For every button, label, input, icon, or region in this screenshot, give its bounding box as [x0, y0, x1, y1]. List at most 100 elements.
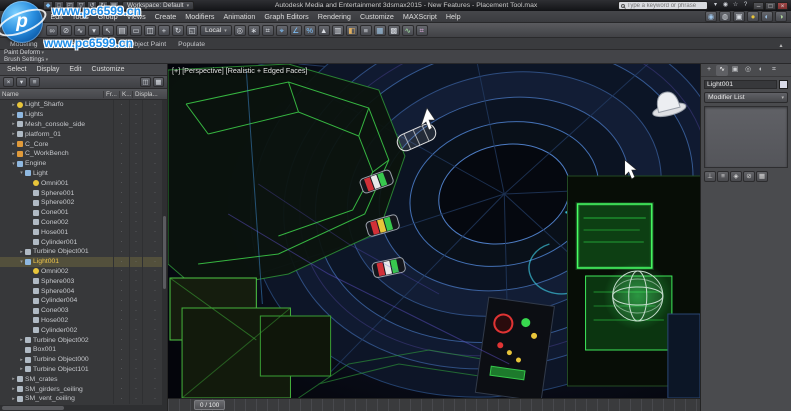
material-editor-icon[interactable]: ◉	[705, 11, 717, 22]
make-unique-icon[interactable]: ◈	[730, 171, 742, 182]
select-by-name-icon[interactable]: ▤	[116, 24, 128, 36]
close-button[interactable]: ×	[777, 1, 788, 10]
row-cell[interactable]	[113, 374, 129, 385]
scene-explorer-row[interactable]: Cylinder002	[0, 325, 167, 336]
row-cell[interactable]	[129, 129, 142, 140]
row-cell[interactable]	[129, 158, 142, 169]
time-slider-handle[interactable]: 0 / 100	[194, 400, 226, 410]
row-cell[interactable]	[129, 286, 142, 296]
row-cell[interactable]	[113, 286, 129, 296]
select-move-icon[interactable]: +	[158, 24, 170, 36]
select-manipulate-icon[interactable]: ∗	[247, 24, 260, 36]
scene-explorer-row[interactable]: ▸ Mesh_console_side	[0, 119, 167, 130]
select-link-icon[interactable]: ∞	[46, 24, 58, 36]
menu-item[interactable]: Modifiers	[181, 12, 219, 21]
row-cell[interactable]	[113, 276, 129, 287]
modifier-stack[interactable]	[704, 106, 788, 168]
column-header[interactable]: Fr...	[103, 90, 119, 98]
row-cell[interactable]	[129, 354, 142, 365]
row-cell[interactable]	[113, 119, 129, 130]
row-cell[interactable]	[129, 374, 142, 385]
graphite-toggle-icon[interactable]: ▩	[387, 24, 400, 36]
align-icon[interactable]: ≡	[359, 24, 372, 36]
expand-arrow-icon[interactable]: ▸	[18, 357, 25, 363]
expand-arrow-icon[interactable]: ▸	[10, 151, 17, 157]
row-cell[interactable]	[129, 276, 142, 287]
row-cell[interactable]	[129, 207, 142, 218]
minimize-button[interactable]: –	[753, 1, 764, 10]
menu-item[interactable]: Create	[150, 12, 181, 21]
row-cell[interactable]	[129, 100, 142, 110]
explorer-menu-item[interactable]: Display	[31, 66, 64, 73]
scene-explorer-row[interactable]: ▸ SM_girders_ceiling	[0, 384, 167, 394]
row-cell[interactable]	[113, 305, 129, 316]
scene-explorer-row[interactable]: Hose001	[0, 227, 167, 238]
row-cell[interactable]	[129, 237, 142, 247]
scene-explorer-row[interactable]: ▸ Turbine Object001	[0, 246, 167, 257]
row-cell[interactable]	[113, 364, 129, 375]
row-cell[interactable]	[113, 256, 129, 267]
render-production-icon[interactable]: ●	[747, 11, 759, 22]
menu-item[interactable]: Rendering	[313, 12, 355, 21]
row-cell[interactable]	[129, 305, 142, 316]
scene-explorer-row[interactable]: Cylinder001	[0, 237, 167, 247]
explorer-menu-item[interactable]: Edit	[64, 66, 86, 73]
expand-arrow-icon[interactable]: ▸	[18, 249, 25, 255]
maximize-button[interactable]: □	[765, 1, 776, 10]
hierarchy-tab-icon[interactable]: ▣	[729, 65, 741, 76]
scene-explorer-row[interactable]: ▸ C_Core	[0, 139, 167, 149]
object-name-field[interactable]: Light001	[704, 80, 777, 89]
mirror-icon[interactable]: ◧	[345, 24, 358, 36]
layer-manager-icon[interactable]: ▦	[373, 24, 386, 36]
row-cell[interactable]	[113, 295, 129, 306]
menu-item[interactable]: Customize	[355, 12, 398, 21]
expand-arrow-icon[interactable]: ▾	[18, 259, 25, 265]
row-cell[interactable]	[129, 109, 142, 120]
curve-editor-icon[interactable]: ∿	[401, 24, 414, 36]
row-cell[interactable]	[113, 148, 129, 159]
pin-stack-icon[interactable]: ⊥	[704, 171, 716, 182]
motion-tab-icon[interactable]: ◎	[742, 65, 754, 76]
row-cell[interactable]	[113, 325, 129, 336]
expand-arrow-icon[interactable]: ▸	[18, 337, 25, 343]
row-cell[interactable]	[113, 178, 129, 189]
expand-arrow-icon[interactable]: ▸	[10, 386, 17, 392]
select-object-icon[interactable]: ↖	[102, 24, 114, 36]
ribbon-panel-button[interactable]: Brush Settings	[4, 56, 791, 63]
row-cell[interactable]	[113, 168, 129, 179]
expand-arrow-icon[interactable]: ▸	[10, 121, 17, 127]
row-cell[interactable]	[129, 393, 142, 404]
row-cell[interactable]	[129, 217, 142, 228]
row-cell[interactable]	[113, 227, 129, 238]
explorer-menu-item[interactable]: Customize	[86, 66, 129, 73]
scene-explorer-row[interactable]: Cylinder004	[0, 295, 167, 306]
display-dropdown-icon[interactable]: ▾	[16, 77, 27, 87]
row-cell[interactable]	[129, 315, 142, 326]
row-cell[interactable]	[113, 266, 129, 277]
expand-arrow-icon[interactable]: ▸	[10, 131, 17, 137]
scene-explorer-row[interactable]: ▸ Light_Sharfo	[0, 100, 167, 110]
scene-explorer-row[interactable]: ▸ C_WorkBench	[0, 148, 167, 159]
favorites-star-icon[interactable]: ☆	[731, 1, 740, 10]
scene-explorer-row[interactable]: ▸ Turbine Object000	[0, 354, 167, 365]
scene-explorer-row[interactable]: ▸ Lights	[0, 109, 167, 120]
clear-filter-icon[interactable]: ×	[3, 77, 14, 87]
row-cell[interactable]	[113, 100, 129, 110]
percent-snap-icon[interactable]: %	[303, 24, 316, 36]
explorer-menu-item[interactable]: Select	[2, 66, 31, 73]
lock-view-icon[interactable]: ◫	[140, 77, 151, 87]
scene-explorer-row[interactable]: Sphere001	[0, 188, 167, 198]
explorer-vertical-scrollbar[interactable]	[162, 100, 167, 405]
column-header[interactable]: Name	[0, 91, 103, 98]
ribbon-tab[interactable]: Populate	[172, 40, 211, 49]
sign-in-icon[interactable]: ◉	[721, 1, 730, 10]
unlink-icon[interactable]: ⊘	[60, 24, 72, 36]
expand-arrow-icon[interactable]: ▸	[10, 102, 17, 108]
scene-explorer-row[interactable]: Sphere004	[0, 286, 167, 296]
view-mode-icon[interactable]: ≡	[29, 77, 40, 87]
selection-filter-icon[interactable]: ▾	[88, 24, 100, 36]
row-cell[interactable]	[113, 393, 129, 404]
menu-item[interactable]: Animation	[219, 12, 260, 21]
scene-explorer-row[interactable]: Omni001	[0, 178, 167, 189]
scene-explorer-row[interactable]: ▾ Engine	[0, 158, 167, 169]
